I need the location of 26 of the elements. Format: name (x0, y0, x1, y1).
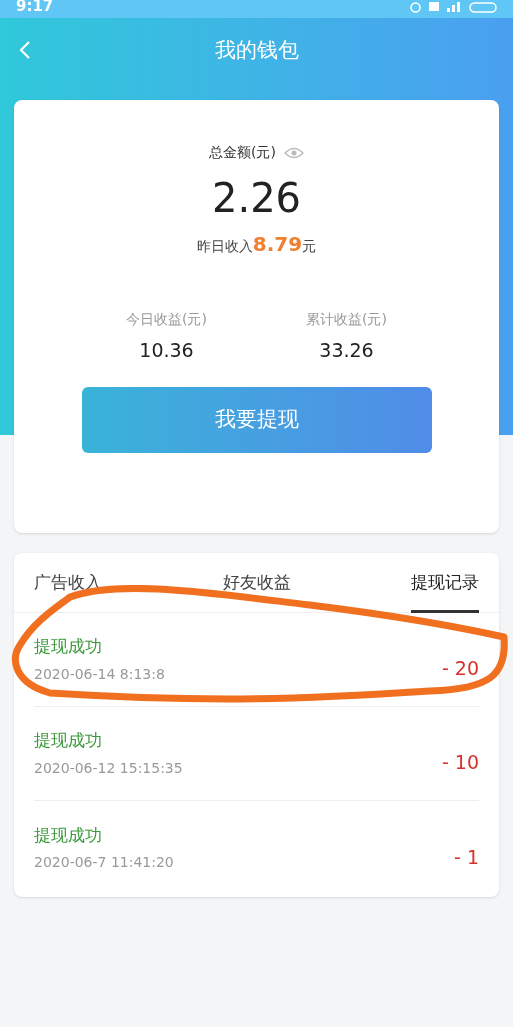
status-time: 9:17 (16, 0, 54, 14)
record-status: 提现成功 (34, 635, 103, 659)
record-amount: - 20 (441, 656, 479, 682)
battery-icon (469, 1, 497, 13)
stat-label: 今日收益(元) (126, 310, 207, 329)
record-time: 2020-06-7 11:41:20 (34, 853, 174, 873)
back-icon[interactable] (18, 40, 32, 60)
record-time: 2020-06-14 8:13:8 (34, 664, 165, 684)
tab[interactable]: 好友收益 (222, 553, 291, 613)
record-time: 2020-06-12 15:15:35 (34, 758, 183, 778)
record-amount: - 1 (454, 844, 479, 870)
eye-icon[interactable] (283, 146, 304, 159)
stat-label: 累计收益(元) (306, 310, 387, 329)
page-title: 我的钱包 (214, 37, 299, 65)
record-amount: - 10 (441, 750, 479, 776)
total-amount: 2.26 (211, 174, 302, 223)
record-status: 提现成功 (34, 729, 103, 753)
yesterday-amount: 8.79 (252, 231, 303, 258)
yesterday-unit: 元 (302, 237, 317, 256)
record-status: 提现成功 (34, 823, 103, 847)
tab[interactable]: 提现记录 (411, 553, 479, 613)
total-label: 总金额(元) (209, 143, 276, 162)
stat-value: 33.26 (319, 338, 374, 363)
yesterday-label: 昨日收入 (196, 237, 253, 256)
signal-icon (447, 1, 461, 12)
stat-value: 10.36 (139, 338, 194, 363)
